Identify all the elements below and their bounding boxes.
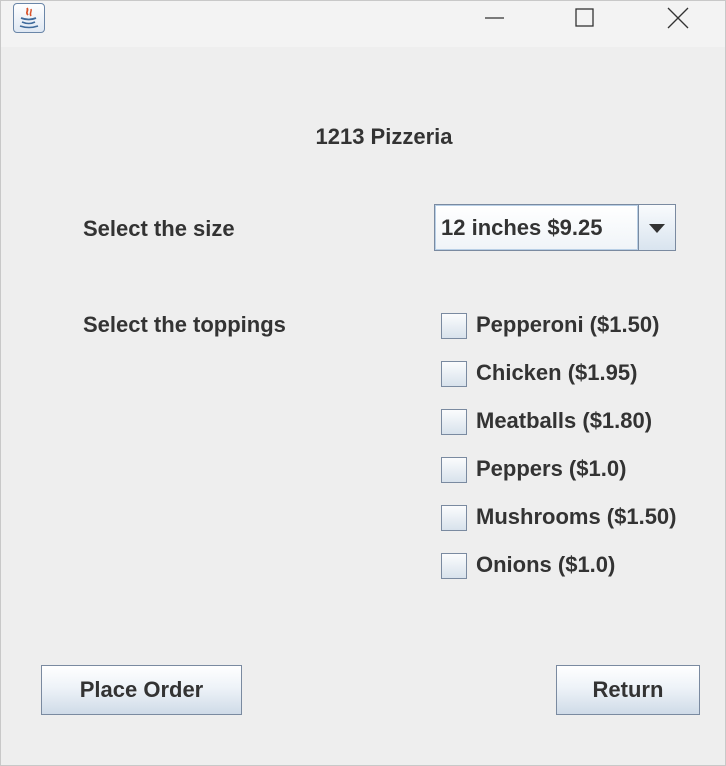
size-label: Select the size (83, 216, 235, 241)
content-pane: 1213 Pizzeria Select the size 12 inches … (1, 47, 725, 765)
size-dropdown[interactable]: 12 inches $9.25 (434, 204, 676, 251)
close-icon[interactable] (655, 1, 701, 35)
java-icon[interactable] (13, 3, 45, 33)
title-bar (1, 1, 725, 47)
chevron-down-icon[interactable] (638, 205, 675, 250)
topping-label[interactable]: Onions ($1.0) (476, 552, 615, 578)
checkbox[interactable] (441, 457, 467, 483)
checkbox[interactable] (441, 361, 467, 387)
checkbox[interactable] (441, 505, 467, 531)
maximize-icon[interactable] (562, 1, 608, 35)
checkbox[interactable] (441, 313, 467, 339)
checkbox[interactable] (441, 553, 467, 579)
minimize-icon[interactable] (471, 1, 517, 35)
topping-label[interactable]: Chicken ($1.95) (476, 360, 637, 386)
topping-label[interactable]: Peppers ($1.0) (476, 456, 626, 482)
size-dropdown-value[interactable]: 12 inches $9.25 (435, 205, 638, 250)
topping-label[interactable]: Pepperoni ($1.50) (476, 312, 659, 338)
topping-label[interactable]: Meatballs ($1.80) (476, 408, 652, 434)
checkbox[interactable] (441, 409, 467, 435)
toppings-label: Select the toppings (83, 312, 286, 337)
topping-label[interactable]: Mushrooms ($1.50) (476, 504, 677, 530)
page-title: 1213 Pizzeria (315, 124, 453, 149)
return-button[interactable]: Return (556, 665, 700, 715)
place-order-button[interactable]: Place Order (41, 665, 242, 715)
app-window: 1213 Pizzeria Select the size 12 inches … (0, 0, 726, 766)
